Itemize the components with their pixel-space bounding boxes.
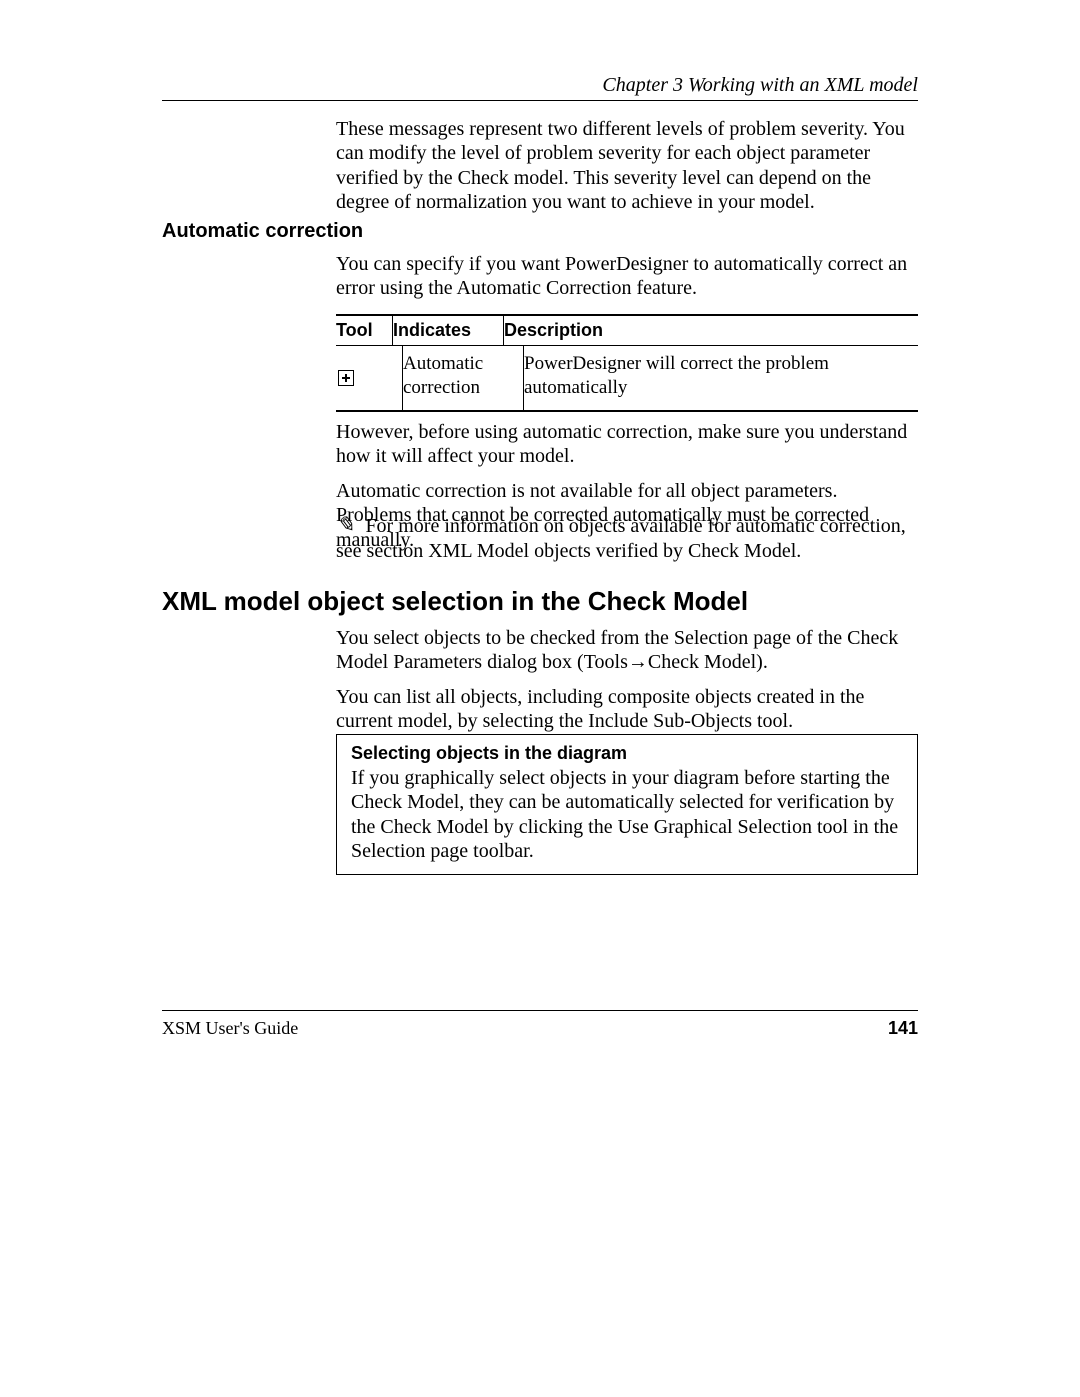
note-text: If you graphically select objects in you… — [351, 766, 903, 864]
th-tool: Tool — [336, 316, 392, 346]
note-title: Selecting objects in the diagram — [351, 743, 903, 764]
header-rule — [162, 100, 918, 101]
intro-paragraph: These messages represent two different l… — [336, 117, 918, 215]
indicates-cell: Automatic correction — [402, 346, 523, 410]
table-row: Automatic correction PowerDesigner will … — [336, 346, 918, 410]
pencil-icon: ✎ — [336, 512, 354, 537]
cross-reference-text: For more information on objects availabl… — [336, 515, 906, 562]
plus-box-icon — [338, 370, 354, 386]
footer-page-number: 141 — [888, 1018, 918, 1039]
th-description: Description — [503, 316, 918, 346]
auto-correction-intro: You can specify if you want PowerDesigne… — [336, 252, 918, 311]
auto-p2: However, before using automatic correcti… — [336, 420, 918, 469]
xml-p2: You can list all objects, including comp… — [336, 685, 918, 734]
footer-rule — [162, 1010, 918, 1011]
xml-p1: You select objects to be checked from th… — [336, 626, 918, 675]
footer-book-title: XSM User's Guide — [162, 1018, 298, 1039]
description-cell: PowerDesigner will correct the problem a… — [523, 346, 918, 410]
note-box: Selecting objects in the diagram If you … — [336, 734, 918, 875]
table-end-rule — [336, 410, 918, 412]
auto-p1: You can specify if you want PowerDesigne… — [336, 252, 918, 301]
th-indicates: Indicates — [392, 316, 503, 346]
intro-block: These messages represent two different l… — [336, 117, 918, 225]
page: Chapter 3 Working with an XML model Thes… — [0, 0, 1080, 1397]
xml-selection-body: You select objects to be checked from th… — [336, 626, 918, 744]
tool-table: Tool Indicates Description Automatic cor… — [336, 314, 918, 412]
section-heading-xml-selection: XML model object selection in the Check … — [162, 586, 748, 617]
tool-cell — [336, 346, 402, 403]
cross-reference: ✎ For more information on objects availa… — [336, 512, 918, 563]
running-header: Chapter 3 Working with an XML model — [602, 74, 918, 97]
section-heading-automatic-correction: Automatic correction — [162, 220, 363, 243]
